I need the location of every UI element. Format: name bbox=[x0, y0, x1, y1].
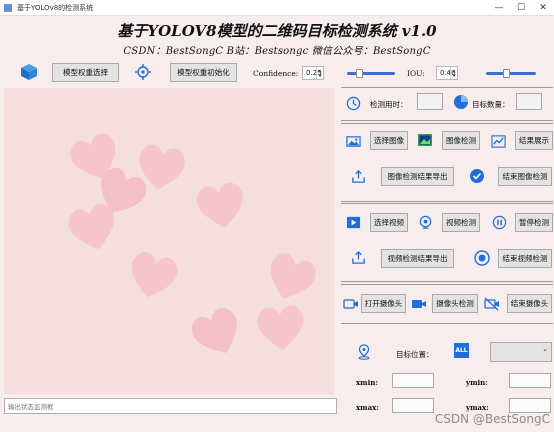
maximize-icon[interactable]: ☐ bbox=[510, 0, 532, 16]
pie-chart-icon bbox=[453, 94, 469, 110]
gallery-icon bbox=[417, 132, 433, 148]
close-icon[interactable]: ✕ bbox=[532, 0, 554, 16]
select-video-button[interactable]: 选择视频 bbox=[370, 213, 408, 232]
location-pin-icon bbox=[356, 344, 372, 360]
camera-off-icon bbox=[484, 296, 500, 312]
page-title: 基于YOLOV8模型的二维码目标检测系统 v1.0 bbox=[117, 22, 437, 40]
chevron-down-icon: ⌄ bbox=[542, 345, 548, 353]
heart-icon bbox=[197, 182, 243, 228]
window-titlebar: 基于YOLOv8的检测系统 — ☐ ✕ bbox=[0, 0, 554, 16]
target-select-dropdown[interactable]: ⌄ bbox=[490, 342, 552, 362]
window-title: 基于YOLOv8的检测系统 bbox=[17, 3, 94, 12]
webcam-icon bbox=[417, 214, 433, 230]
clock-icon bbox=[345, 95, 361, 111]
export-icon bbox=[350, 168, 366, 184]
select-model-button[interactable]: 模型权重选择 bbox=[52, 63, 119, 82]
ymin-field bbox=[509, 373, 551, 388]
heart-icon bbox=[257, 305, 304, 350]
status-log-field[interactable]: 输出状态监测框 bbox=[4, 398, 337, 414]
ymin-label: ymin: bbox=[466, 378, 488, 387]
app-icon bbox=[4, 3, 12, 12]
check-circle-icon bbox=[469, 168, 485, 184]
time-value-field bbox=[417, 93, 443, 110]
minimize-icon[interactable]: — bbox=[488, 0, 510, 16]
export-video-result-button[interactable]: 视频检测结果导出 bbox=[381, 249, 454, 268]
line-chart-icon bbox=[490, 133, 506, 149]
detect-camera-button[interactable]: 摄像头检测 bbox=[432, 294, 478, 313]
init-model-button[interactable]: 模型权重初始化 bbox=[170, 63, 237, 82]
spin-arrows-icon[interactable]: ▲ ▼ bbox=[316, 67, 323, 79]
confidence-label: Confidence: bbox=[253, 69, 299, 78]
xmax-field bbox=[392, 398, 434, 413]
confidence-slider[interactable] bbox=[347, 69, 395, 78]
end-image-detect-button[interactable]: 结束图像检测 bbox=[498, 167, 552, 186]
heart-icon bbox=[68, 203, 115, 250]
close-camera-button[interactable]: 结束摄像头 bbox=[507, 294, 552, 313]
export-image-result-button[interactable]: 图像检测结果导出 bbox=[381, 167, 454, 186]
detect-video-button[interactable]: 视频检测 bbox=[442, 213, 480, 232]
heart-icon bbox=[192, 307, 237, 353]
pause-icon bbox=[491, 214, 507, 230]
ymax-label: ymax: bbox=[466, 403, 489, 412]
window-controls: — ☐ ✕ bbox=[488, 0, 554, 16]
count-label: 目标数量： bbox=[472, 100, 510, 109]
target-icon bbox=[135, 64, 151, 80]
end-video-detect-button[interactable]: 结束视频检测 bbox=[498, 249, 552, 268]
camera-record-icon bbox=[411, 296, 427, 312]
xmin-label: xmin: bbox=[356, 378, 378, 387]
xmin-field bbox=[392, 373, 434, 388]
ymax-field bbox=[509, 398, 551, 413]
export-icon bbox=[350, 249, 366, 265]
cube-icon bbox=[20, 63, 38, 81]
heart-icon bbox=[131, 251, 178, 298]
confidence-spinbox[interactable]: 0.25 ▲ ▼ bbox=[302, 66, 324, 80]
xmax-label: xmax: bbox=[356, 403, 379, 412]
count-value-field bbox=[516, 93, 542, 110]
watermark: CSDN @BestSongC bbox=[434, 412, 550, 426]
iou-spinbox[interactable]: 0.40 ▲ ▼ bbox=[436, 66, 458, 80]
video-icon bbox=[345, 214, 361, 230]
position-label: 目标位置： bbox=[396, 350, 434, 359]
image-display-area bbox=[4, 88, 334, 394]
open-camera-button[interactable]: 打开摄像头 bbox=[361, 294, 406, 313]
video-camera-icon bbox=[343, 296, 359, 312]
slider-handle[interactable] bbox=[503, 69, 510, 78]
slider-handle[interactable] bbox=[356, 69, 363, 78]
show-result-button[interactable]: 结果展示 bbox=[515, 131, 553, 150]
page-subtitle: CSDN：BestSongC B站：Bestsongc 微信公众号：BestSo… bbox=[123, 46, 431, 57]
all-icon: ALL bbox=[454, 343, 469, 358]
iou-slider[interactable] bbox=[486, 69, 536, 78]
pause-detect-button[interactable]: 暂停检测 bbox=[515, 213, 553, 232]
time-label: 检测用时： bbox=[370, 100, 408, 109]
select-image-button[interactable]: 选择图像 bbox=[370, 131, 408, 150]
image-icon bbox=[345, 133, 361, 149]
iou-label: IOU: bbox=[407, 69, 425, 78]
stop-circle-icon bbox=[474, 250, 490, 266]
spin-arrows-icon[interactable]: ▲ ▼ bbox=[450, 67, 457, 79]
detect-image-button[interactable]: 图像检测 bbox=[442, 131, 480, 150]
